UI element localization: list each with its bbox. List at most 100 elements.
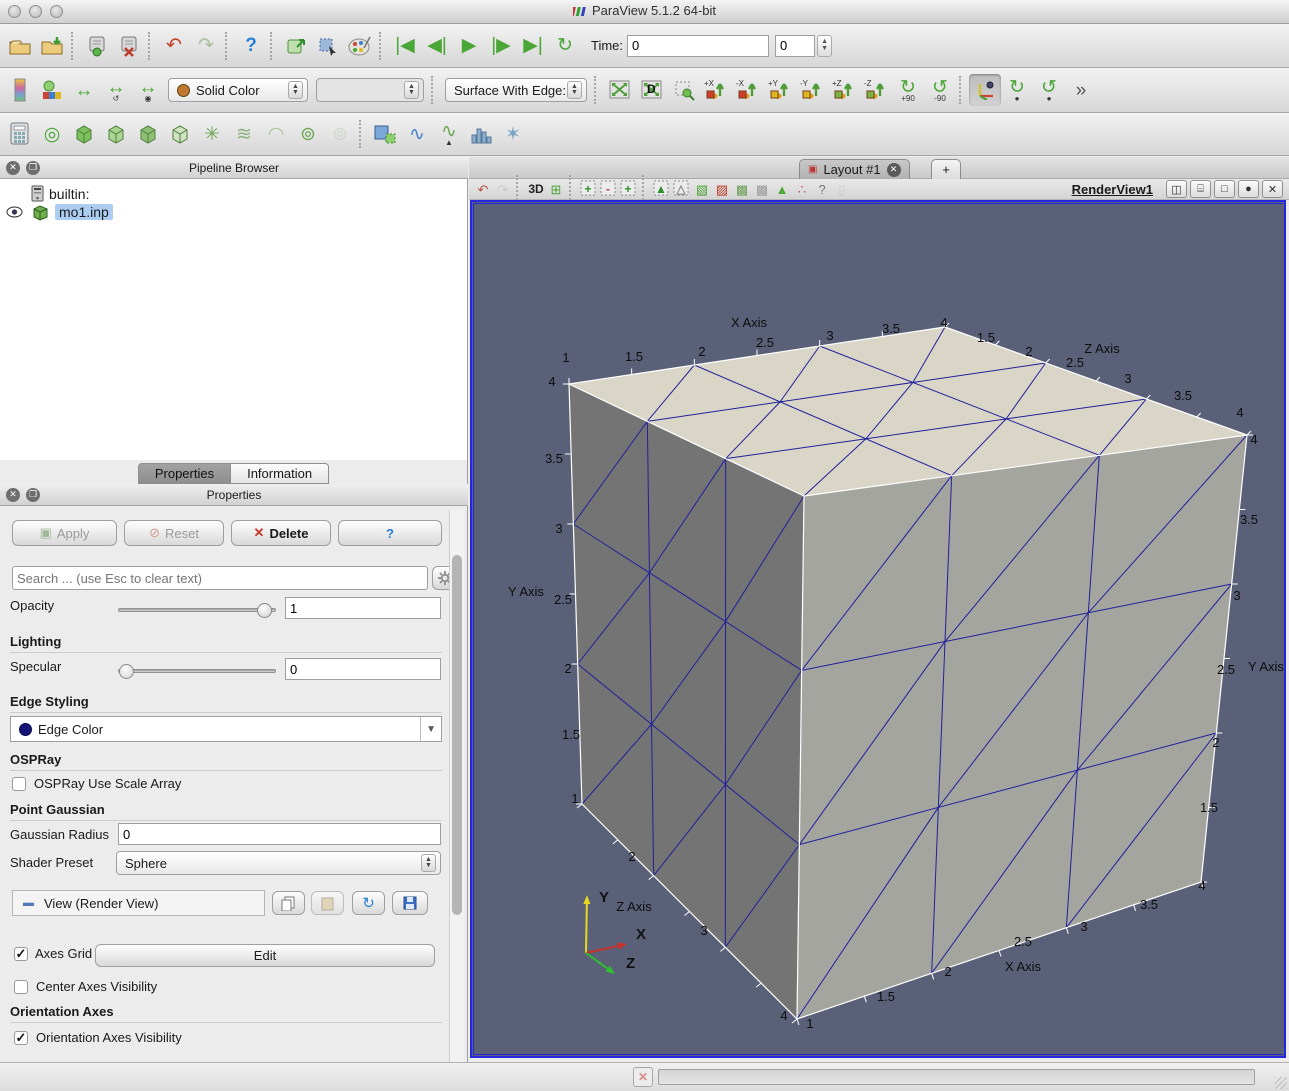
camera-undo-button[interactable]: ↶: [473, 179, 493, 199]
save-data-button[interactable]: [36, 30, 68, 62]
edge-color-select[interactable]: Edge Color ▼: [10, 716, 442, 742]
time-index-stepper[interactable]: ▲▼: [817, 35, 832, 57]
programmable-filter-button[interactable]: ✶: [497, 118, 529, 150]
color-legend-toggle[interactable]: [4, 74, 36, 106]
split-horizontal-button[interactable]: ◫: [1166, 180, 1187, 198]
first-frame-button[interactable]: |◀: [389, 30, 421, 62]
apply-button[interactable]: ▣ Apply: [12, 520, 117, 546]
properties-scrollbar-thumb[interactable]: [452, 555, 462, 915]
maximize-view-button[interactable]: □: [1214, 180, 1235, 198]
hover-cells-button[interactable]: ▩: [752, 179, 772, 199]
pipeline-close-button[interactable]: ✕: [6, 161, 20, 175]
threshold-filter-button[interactable]: [132, 118, 164, 150]
axes-grid-edit-button[interactable]: Edit: [95, 944, 435, 967]
extract-subset-filter-button[interactable]: [164, 118, 196, 150]
new-layout-tab-button[interactable]: +: [931, 159, 961, 179]
plot-selection-over-time-filter-button[interactable]: ∿▲: [433, 118, 465, 150]
interactive-select-points-button[interactable]: ▩: [732, 179, 752, 199]
select-points-polygon-button[interactable]: △: [672, 179, 692, 199]
reset-button[interactable]: ⊘ Reset: [124, 520, 224, 546]
disconnect-server-button[interactable]: [113, 30, 145, 62]
camera-redo-button[interactable]: ↷: [493, 179, 513, 199]
open-file-button[interactable]: [4, 30, 36, 62]
color-palette-button[interactable]: [344, 30, 376, 62]
select-cells-polygon-button[interactable]: ▲: [652, 179, 672, 199]
auto-apply-button[interactable]: [280, 30, 312, 62]
search-input[interactable]: [12, 566, 428, 590]
rescale-custom-button[interactable]: ↔↺: [100, 74, 132, 106]
specular-input[interactable]: [285, 658, 441, 680]
help-button[interactable]: ?: [235, 30, 267, 62]
contour-filter-button[interactable]: ◎: [36, 118, 68, 150]
select-display-button[interactable]: [312, 30, 344, 62]
render-view[interactable]: X Axis11.522.533.54Z Axis1.522.533.5443.…: [470, 200, 1286, 1058]
time-index-input[interactable]: [775, 35, 815, 57]
close-view-button[interactable]: ✕: [1262, 180, 1283, 198]
pipeline-item-builtin[interactable]: builtin:: [0, 179, 467, 200]
split-vertical-button[interactable]: ⌸: [1190, 180, 1211, 198]
select-block-button[interactable]: ▧: [692, 179, 712, 199]
extract-selection-filter-button[interactable]: [369, 118, 401, 150]
render-scene[interactable]: X Axis11.522.533.54Z Axis1.522.533.5443.…: [474, 204, 1284, 1054]
orientation-axes-visibility-checkbox[interactable]: ✓: [14, 1031, 28, 1045]
warp-filter-button[interactable]: ◠: [260, 118, 292, 150]
glyph-filter-button[interactable]: ✳: [196, 118, 228, 150]
specular-slider[interactable]: [118, 669, 276, 673]
resize-grip[interactable]: [1275, 1077, 1287, 1089]
undo-button[interactable]: ↶: [158, 30, 190, 62]
rotate-camera-cw-button[interactable]: ↻●: [1001, 74, 1033, 106]
rotate-90-cw-button[interactable]: ↻+90: [892, 74, 924, 106]
pipeline-float-button[interactable]: ❐: [26, 161, 40, 175]
rotate-90-ccw-button[interactable]: ↺-90: [924, 74, 956, 106]
reset-camera-button[interactable]: [604, 74, 636, 106]
save-view-properties-button[interactable]: [392, 891, 428, 915]
reload-view-properties-button[interactable]: ↻: [352, 891, 385, 915]
opacity-slider-knob[interactable]: [257, 603, 272, 618]
edge-color-dropdown-arrow[interactable]: ▼: [420, 717, 441, 741]
next-frame-button[interactable]: |▶: [485, 30, 517, 62]
zoom-to-data-button[interactable]: D: [636, 74, 668, 106]
copy-view-properties-button[interactable]: [272, 891, 305, 915]
tab-properties[interactable]: Properties: [138, 463, 231, 484]
calculator-filter-button[interactable]: [4, 118, 36, 150]
ospray-scale-checkbox-row[interactable]: OSPRay Use Scale Array: [12, 776, 181, 791]
histogram-filter-button[interactable]: [465, 118, 497, 150]
set-view-plus-y-button[interactable]: +Y: [764, 74, 796, 106]
color-by-select[interactable]: Solid Color ▲▼: [168, 78, 308, 102]
shader-preset-select[interactable]: Sphere ▲▼: [116, 851, 441, 875]
pipeline-item-label[interactable]: builtin:: [49, 186, 89, 202]
play-button[interactable]: ▶: [453, 30, 485, 62]
extract-group-filter-button[interactable]: ⊚: [324, 118, 356, 150]
properties-scrollbar[interactable]: [449, 510, 464, 1062]
select-cells-on-button[interactable]: +: [579, 179, 599, 199]
set-view-minus-y-button[interactable]: -Y: [796, 74, 828, 106]
set-view-minus-z-button[interactable]: -Z: [860, 74, 892, 106]
pipeline-item-mo1inp[interactable]: mo1.inp: [0, 200, 467, 221]
set-view-minus-x-button[interactable]: -X: [732, 74, 764, 106]
float-view-button[interactable]: ●: [1238, 180, 1259, 198]
set-view-plus-x-button[interactable]: +X: [700, 74, 732, 106]
view-section-selector[interactable]: ▬ View (Render View): [12, 890, 265, 916]
specular-slider-knob[interactable]: [119, 664, 134, 679]
show-orientation-axes-toggle[interactable]: [969, 74, 1001, 106]
opacity-input[interactable]: [285, 597, 441, 619]
toggle-3d-button[interactable]: 3D: [526, 179, 546, 199]
tab-information[interactable]: Information: [231, 463, 329, 484]
center-axes-visibility-checkbox[interactable]: [14, 980, 28, 994]
layout-tab-close-icon[interactable]: ✕: [887, 163, 901, 177]
visibility-eye-icon[interactable]: [6, 206, 23, 218]
plot-over-line-filter-button[interactable]: ∿: [401, 118, 433, 150]
properties-float-button[interactable]: ❐: [26, 488, 40, 502]
abort-progress-button[interactable]: ✕: [633, 1067, 653, 1087]
clip-filter-button[interactable]: [68, 118, 100, 150]
gaussian-radius-input[interactable]: [118, 823, 441, 845]
grow-selection-button[interactable]: ▲: [772, 179, 792, 199]
select-points-on-button[interactable]: -: [599, 179, 619, 199]
edit-colormap-button[interactable]: [36, 74, 68, 106]
adjust-camera-button[interactable]: ⊞: [546, 179, 566, 199]
loop-button[interactable]: ↻: [549, 30, 581, 62]
group-datasets-filter-button[interactable]: ⊚: [292, 118, 324, 150]
shrink-selection-button[interactable]: ∴: [792, 179, 812, 199]
rescale-to-data-button[interactable]: ↔: [68, 74, 100, 106]
pipeline-item-label[interactable]: mo1.inp: [55, 204, 113, 220]
